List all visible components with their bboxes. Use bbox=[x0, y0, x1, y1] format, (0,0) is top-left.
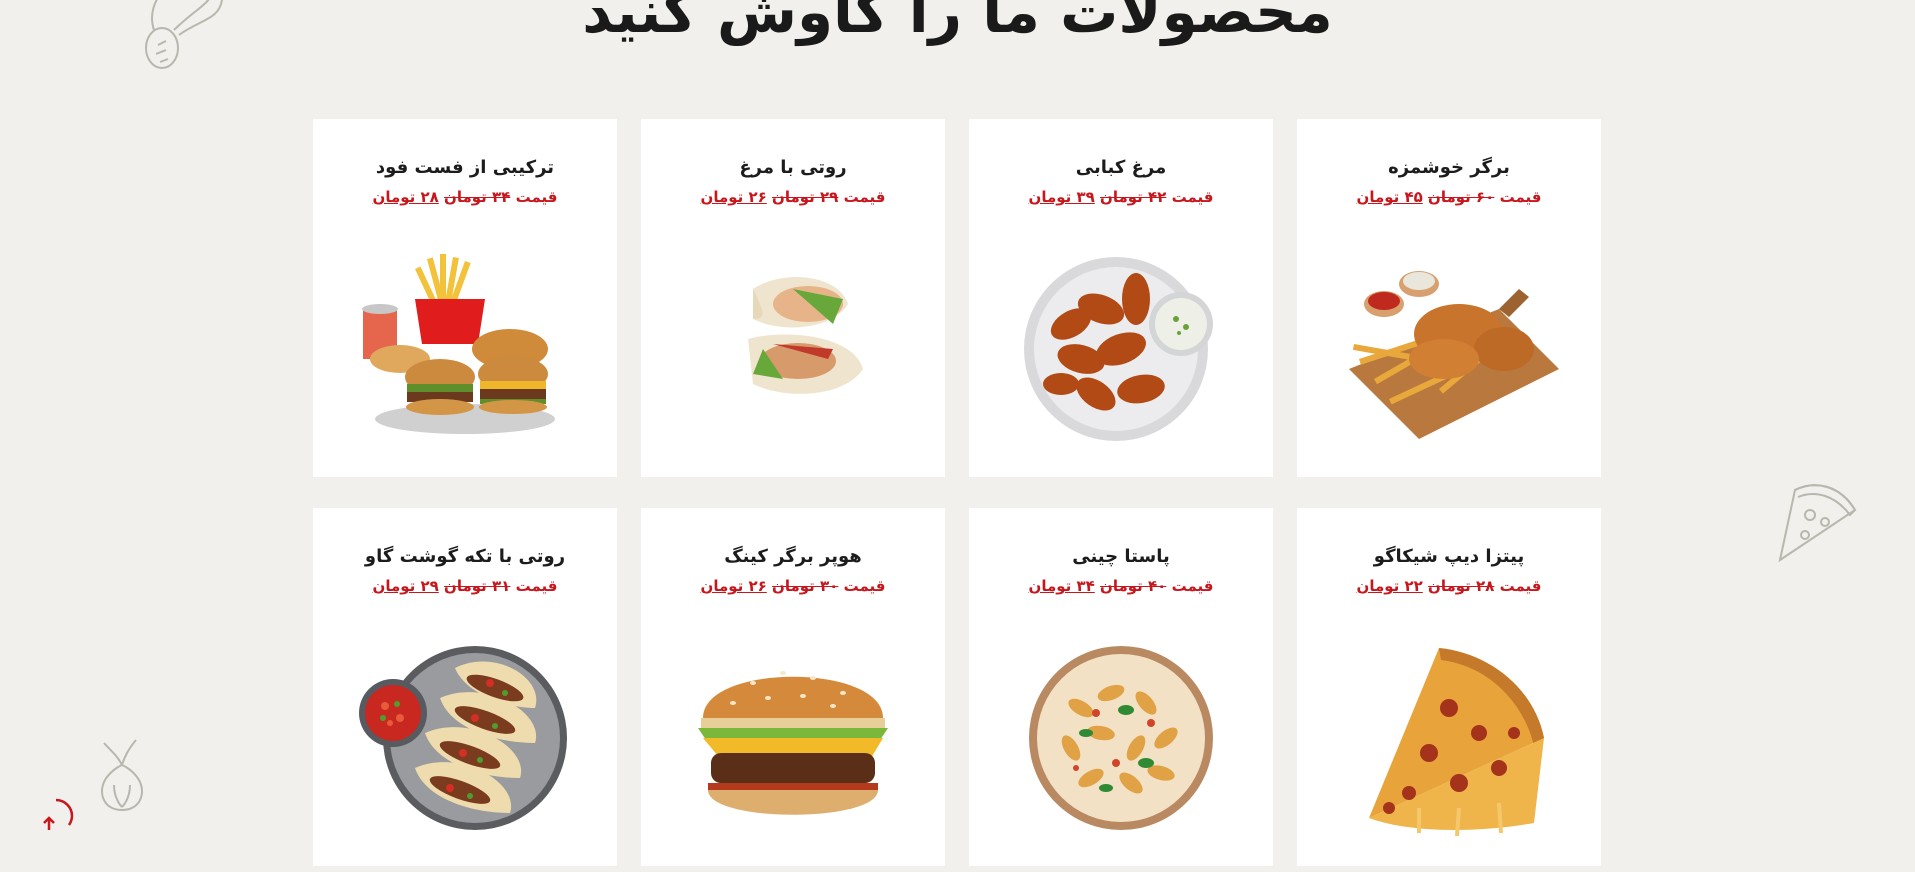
product-price: قیمت ۲۸ تومان ۲۲ تومان bbox=[1297, 577, 1601, 595]
old-price: ۴۲ تومان bbox=[1100, 188, 1167, 206]
product-name[interactable]: مرغ کبابی bbox=[969, 157, 1273, 178]
old-price: ۳۱ تومان bbox=[444, 577, 511, 595]
fried-chicken-fries-board-image[interactable] bbox=[1329, 249, 1569, 449]
products-grid: برگر خوشمزه قیمت ۶۰ تومان ۴۵ تومان مرغ ک… bbox=[313, 119, 1601, 866]
scroll-to-top-button[interactable] bbox=[36, 796, 76, 836]
new-price: ۲۶ تومان bbox=[700, 188, 767, 206]
old-price: ۲۹ تومان bbox=[772, 188, 839, 206]
product-card[interactable]: ترکیبی از فست فود قیمت ۳۴ تومان ۲۸ تومان bbox=[313, 119, 617, 477]
section-title: محصولات ما را کاوش کنید bbox=[582, 0, 1334, 46]
product-card[interactable]: مرغ کبابی قیمت ۴۲ تومان ۳۹ تومان bbox=[969, 119, 1273, 477]
product-card[interactable]: هوپر برگر کینگ قیمت ۳۰ تومان ۲۶ تومان bbox=[641, 508, 945, 866]
product-card[interactable]: روتی با تکه گوشت گاو قیمت ۳۱ تومان ۲۹ تو… bbox=[313, 508, 617, 866]
new-price: ۲۸ تومان bbox=[372, 188, 439, 206]
new-price: ۲۲ تومان bbox=[1356, 577, 1423, 595]
product-card[interactable]: روتی با مرغ قیمت ۲۹ تومان ۲۶ تومان bbox=[641, 119, 945, 477]
product-card[interactable]: برگر خوشمزه قیمت ۶۰ تومان ۴۵ تومان bbox=[1297, 119, 1601, 477]
product-price: قیمت ۲۹ تومان ۲۶ تومان bbox=[641, 188, 945, 206]
price-label: قیمت bbox=[843, 577, 886, 595]
burger-image[interactable] bbox=[673, 638, 913, 838]
product-price: قیمت ۶۰ تومان ۴۵ تومان bbox=[1297, 188, 1601, 206]
product-card[interactable]: پیتزا دیپ شیکاگو قیمت ۲۸ تومان ۲۲ تومان bbox=[1297, 508, 1601, 866]
pizza-doodle-icon bbox=[1778, 484, 1857, 563]
new-price: ۳۹ تومان bbox=[1028, 188, 1095, 206]
product-name[interactable]: ترکیبی از فست فود bbox=[313, 157, 617, 178]
onion-doodle-icon bbox=[101, 739, 143, 812]
old-price: ۲۸ تومان bbox=[1428, 577, 1495, 595]
product-price: قیمت ۳۰ تومان ۲۶ تومان bbox=[641, 577, 945, 595]
old-price: ۳۴ تومان bbox=[444, 188, 511, 206]
product-name[interactable]: برگر خوشمزه bbox=[1297, 157, 1601, 178]
chicken-wrap-image[interactable] bbox=[673, 249, 913, 449]
price-label: قیمت bbox=[1499, 188, 1542, 206]
price-label: قیمت bbox=[1171, 577, 1214, 595]
price-label: قیمت bbox=[515, 577, 558, 595]
price-label: قیمت bbox=[843, 188, 886, 206]
fast-food-combo-image[interactable] bbox=[345, 249, 585, 449]
product-name[interactable]: پاستا چینی bbox=[969, 546, 1273, 567]
old-price: ۳۰ تومان bbox=[772, 577, 839, 595]
beef-tacos-image[interactable] bbox=[345, 638, 585, 838]
arrow-up-icon bbox=[43, 798, 74, 830]
product-name[interactable]: پیتزا دیپ شیکاگو bbox=[1297, 546, 1601, 567]
product-name[interactable]: هوپر برگر کینگ bbox=[641, 546, 945, 567]
new-price: ۲۹ تومان bbox=[372, 577, 439, 595]
pizza-slice-image[interactable] bbox=[1329, 638, 1569, 838]
new-price: ۳۴ تومان bbox=[1028, 577, 1095, 595]
product-price: قیمت ۴۲ تومان ۳۹ تومان bbox=[969, 188, 1273, 206]
product-price: قیمت ۴۰ تومان ۳۴ تومان bbox=[969, 577, 1273, 595]
price-label: قیمت bbox=[1171, 188, 1214, 206]
new-price: ۲۶ تومان bbox=[700, 577, 767, 595]
price-label: قیمت bbox=[515, 188, 558, 206]
product-name[interactable]: روتی با تکه گوشت گاو bbox=[313, 546, 617, 567]
price-label: قیمت bbox=[1499, 577, 1542, 595]
old-price: ۴۰ تومان bbox=[1100, 577, 1167, 595]
product-price: قیمت ۳۴ تومان ۲۸ تومان bbox=[313, 188, 617, 206]
chicken-wings-plate-image[interactable] bbox=[1001, 249, 1241, 449]
pasta-bowl-image[interactable] bbox=[1001, 638, 1241, 838]
corn-doodle-icon bbox=[145, 0, 223, 69]
new-price: ۴۵ تومان bbox=[1356, 188, 1423, 206]
product-name[interactable]: روتی با مرغ bbox=[641, 157, 945, 178]
old-price: ۶۰ تومان bbox=[1428, 188, 1495, 206]
product-price: قیمت ۳۱ تومان ۲۹ تومان bbox=[313, 577, 617, 595]
product-card[interactable]: پاستا چینی قیمت ۴۰ تومان ۳۴ تومان bbox=[969, 508, 1273, 866]
